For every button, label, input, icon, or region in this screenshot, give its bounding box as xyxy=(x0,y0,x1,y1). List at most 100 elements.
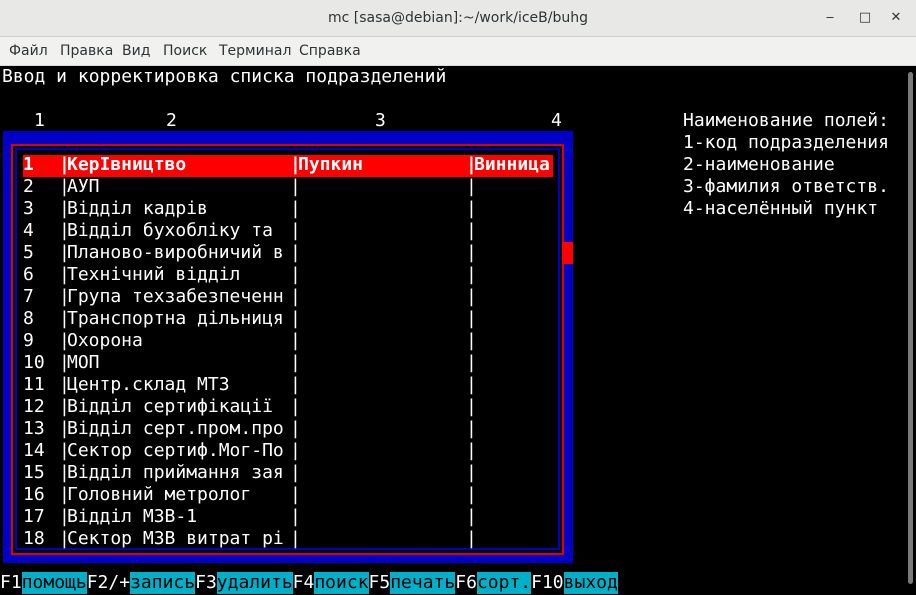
column-separator: | xyxy=(466,418,477,439)
column-separator: | xyxy=(466,198,477,219)
menu-help[interactable]: Справка xyxy=(299,37,361,65)
cell-code: 6 xyxy=(23,264,34,285)
f10-key[interactable]: F10 xyxy=(531,572,564,594)
column-separator: | xyxy=(290,484,301,505)
column-separator: | xyxy=(466,462,477,483)
cell-name: Відділ кадрів xyxy=(67,198,208,219)
cell-name: Відділ серт.пром.про xyxy=(67,418,284,439)
cell-name: Планово-виробничий в xyxy=(67,242,284,263)
function-key-bar: F1помощьF2/+записьF3удалитьF4поискF5печа… xyxy=(0,572,618,594)
f3-key[interactable]: F3 xyxy=(195,572,217,594)
column-separator: | xyxy=(290,264,301,285)
column-separator: | xyxy=(290,440,301,461)
column-separator: | xyxy=(290,506,301,527)
cell-resp: Пупкин xyxy=(298,154,364,175)
column-separator: | xyxy=(59,352,70,373)
legend-item: 2-наименование xyxy=(683,154,835,175)
column-separator: | xyxy=(290,396,301,417)
cell-name: Відділ бухобліку та xyxy=(67,220,284,241)
cell-name: Головний метролог xyxy=(67,484,252,505)
cell-name: Відділ сертифікації xyxy=(67,396,284,417)
cell-code: 17 xyxy=(23,506,45,527)
cell-code: 12 xyxy=(23,396,45,417)
column-separator: | xyxy=(290,286,301,307)
column-separator: | xyxy=(466,396,477,417)
column-number-4: 4 xyxy=(551,110,562,131)
column-separator: | xyxy=(466,286,477,307)
f4-key[interactable]: F4 xyxy=(293,572,315,594)
minimize-icon[interactable]: ‒ xyxy=(820,8,840,28)
column-separator: | xyxy=(466,374,477,395)
cell-name: Сектор сертиф.Мог-По xyxy=(67,440,284,461)
column-separator: | xyxy=(290,418,301,439)
f6-key[interactable]: F6 xyxy=(455,572,477,594)
cell-code: 15 xyxy=(23,462,45,483)
cell-code: 4 xyxy=(23,220,34,241)
column-separator: | xyxy=(59,286,70,307)
column-separator: | xyxy=(59,198,70,219)
cell-code: 11 xyxy=(23,374,45,395)
column-separator: | xyxy=(290,242,301,263)
menu-search[interactable]: Поиск xyxy=(163,37,207,65)
f5-label[interactable]: печать xyxy=(390,572,456,594)
cell-name: Відділ приймання зая xyxy=(67,462,284,483)
cell-code: 7 xyxy=(23,286,34,307)
cell-code: 5 xyxy=(23,242,34,263)
column-separator: | xyxy=(290,198,301,219)
cell-name: Охорона xyxy=(67,330,143,351)
column-separator: | xyxy=(59,528,70,549)
column-separator: | xyxy=(290,220,301,241)
column-separator: | xyxy=(466,242,477,263)
cell-name: АУП xyxy=(67,176,100,197)
f5-key[interactable]: F5 xyxy=(369,572,391,594)
f1-label[interactable]: помощь xyxy=(21,572,87,594)
cell-name: Відділ МЗВ-1 xyxy=(67,506,198,527)
f2-key[interactable]: F2/+ xyxy=(87,572,130,594)
close-icon[interactable]: ✕ xyxy=(886,8,906,28)
column-number-2: 2 xyxy=(166,110,177,131)
column-number-1: 1 xyxy=(34,110,45,131)
f1-key[interactable]: F1 xyxy=(0,572,22,594)
cell-name: Технічний відділ xyxy=(67,264,241,285)
f2-label[interactable]: запись xyxy=(130,572,196,594)
cell-name: Сектор МЗВ витрат рі xyxy=(67,528,284,549)
column-separator: | xyxy=(466,264,477,285)
cell-name: Центр.склад МТЗ xyxy=(67,374,230,395)
screen-heading: Ввод и корректировка списка подразделени… xyxy=(2,66,447,87)
cell-code: 3 xyxy=(23,198,34,219)
menu-terminal[interactable]: Терминал xyxy=(219,37,291,65)
column-separator: | xyxy=(290,176,301,197)
column-separator: | xyxy=(290,308,301,329)
f10-label[interactable]: выход xyxy=(563,572,618,594)
column-separator: | xyxy=(59,308,70,329)
cell-name: МОП xyxy=(67,352,100,373)
column-separator: | xyxy=(466,308,477,329)
cell-name: Група техзабезпеченн xyxy=(67,286,284,307)
column-separator: | xyxy=(466,528,477,549)
f6-label[interactable]: сорт. xyxy=(476,572,532,594)
column-separator: | xyxy=(290,330,301,351)
menu-file[interactable]: Файл xyxy=(9,37,48,65)
cell-code: 10 xyxy=(23,352,45,373)
legend-item: 3-фамилия ответств. xyxy=(683,176,889,197)
column-separator: | xyxy=(59,418,70,439)
column-separator: | xyxy=(59,264,70,285)
scrollbar-thumb[interactable] xyxy=(908,72,913,584)
menu-bar: Файл Правка Вид Поиск Терминал Справка xyxy=(0,37,916,66)
column-separator: | xyxy=(59,176,70,197)
f4-label[interactable]: поиск xyxy=(314,572,369,594)
column-separator: | xyxy=(466,484,477,505)
column-separator: | xyxy=(59,154,70,175)
column-separator: | xyxy=(59,462,70,483)
column-separator: | xyxy=(59,396,70,417)
maximize-icon[interactable]: □ xyxy=(855,8,875,28)
cell-code: 1 xyxy=(23,154,34,175)
column-separator: | xyxy=(59,484,70,505)
column-separator: | xyxy=(290,374,301,395)
cell-code: 2 xyxy=(23,176,34,197)
menu-edit[interactable]: Правка xyxy=(60,37,113,65)
cell-code: 16 xyxy=(23,484,45,505)
menu-view[interactable]: Вид xyxy=(122,37,150,65)
f3-label[interactable]: удалить xyxy=(216,572,293,594)
column-separator: | xyxy=(59,440,70,461)
